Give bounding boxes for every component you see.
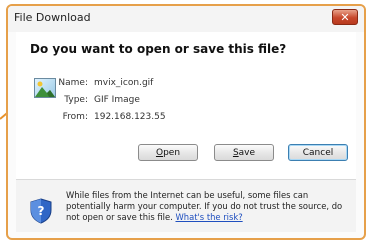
close-button[interactable]: ✕ xyxy=(332,9,358,25)
file-type-label: Type: xyxy=(64,95,88,105)
cancel-button[interactable]: Cancel xyxy=(288,144,348,161)
security-warning-footer: ? While files from the Internet can be u… xyxy=(16,180,356,232)
open-button[interactable]: Open xyxy=(138,144,198,161)
file-type-value: GIF Image xyxy=(94,95,140,105)
dialog-body: Do you want to open or save this file? N… xyxy=(16,32,356,232)
svg-text:?: ? xyxy=(38,204,45,218)
file-source-label: From: xyxy=(62,112,88,122)
save-button[interactable]: Save xyxy=(214,144,274,161)
file-name-label: Name: xyxy=(58,78,88,88)
window-title: File Download xyxy=(14,11,91,24)
whats-the-risk-link[interactable]: What's the risk? xyxy=(175,212,242,222)
file-download-dialog: File Download ✕ Do you want to open or s… xyxy=(6,4,366,240)
dialog-question: Do you want to open or save this file? xyxy=(30,42,287,56)
title-bar[interactable]: File Download ✕ xyxy=(8,6,364,32)
shield-question-icon: ? xyxy=(30,198,52,228)
security-warning-text: While files from the Internet can be use… xyxy=(66,190,350,223)
close-icon: ✕ xyxy=(340,10,350,24)
file-name-value: mvix_icon.gif xyxy=(94,78,154,88)
file-source-value: 192.168.123.55 xyxy=(94,112,166,122)
